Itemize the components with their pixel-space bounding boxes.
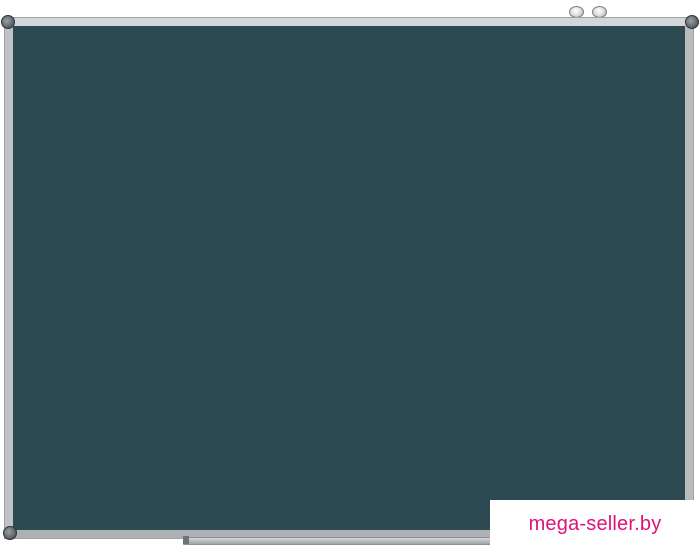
corner-cap-icon	[1, 15, 15, 29]
corner-cap-icon	[3, 526, 17, 540]
watermark-text: mega-seller.by	[528, 512, 662, 535]
product-photo: mega-seller.by	[0, 0, 700, 548]
chalkboard-surface	[13, 26, 685, 530]
magnet-icon	[569, 6, 584, 18]
corner-cap-icon	[685, 15, 699, 29]
chalk-tray-end	[183, 536, 189, 544]
watermark: mega-seller.by	[490, 500, 700, 548]
chalkboard-frame	[5, 18, 693, 538]
magnet-icon	[592, 6, 607, 18]
chalk-tray	[183, 537, 515, 545]
